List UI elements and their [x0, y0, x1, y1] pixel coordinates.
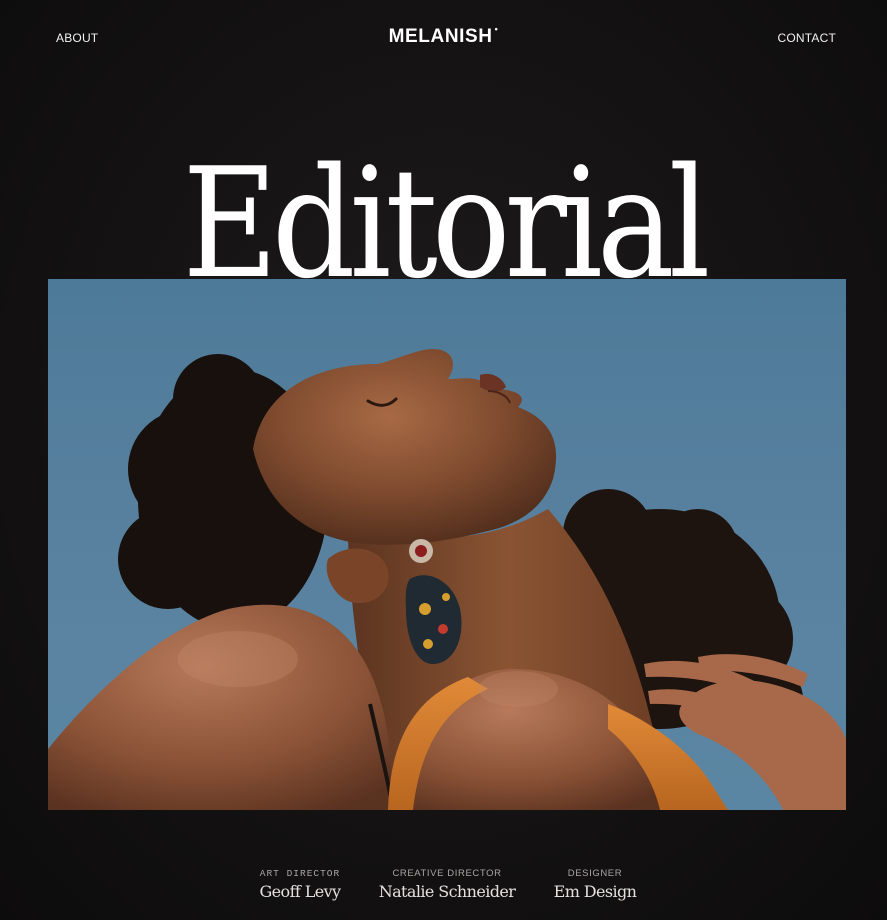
brand-mark-icon: • — [494, 24, 499, 34]
credit-name: Em Design — [553, 882, 637, 901]
brand-logo[interactable]: MELANISH • — [0, 24, 887, 48]
credit-role: DESIGNER — [567, 868, 623, 879]
credit-art-director: ART DIRECTOR Geoff Levy — [259, 868, 342, 901]
hero-illustration — [48, 349, 846, 810]
credits-row: ART DIRECTOR Geoff Levy CREATIVE DIRECTO… — [0, 868, 887, 908]
credit-creative-director: CREATIVE DIRECTOR Natalie Schneider — [379, 868, 516, 901]
hero-title: Editorial — [182, 135, 710, 312]
credit-role: CREATIVE DIRECTOR — [392, 868, 502, 879]
credit-name: Geoff Levy — [259, 882, 342, 901]
brand-name: MELANISH — [388, 26, 493, 47]
nav-contact-link[interactable]: CONTACT — [777, 31, 836, 45]
credit-role: ART DIRECTOR — [259, 868, 341, 879]
credit-designer: DESIGNER Em Design — [554, 868, 637, 901]
hero-image — [48, 279, 846, 810]
credit-name: Natalie Schneider — [378, 882, 516, 901]
